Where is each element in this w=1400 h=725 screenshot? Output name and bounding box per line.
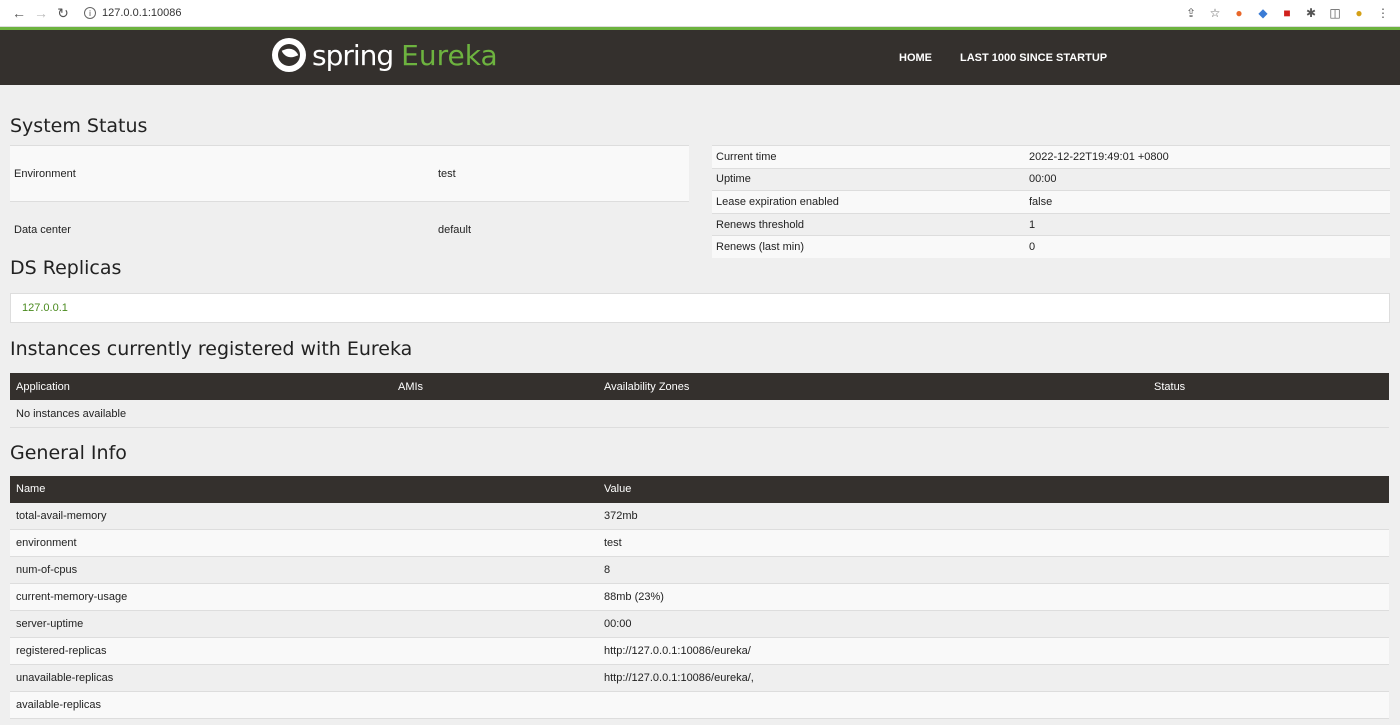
- table-row: num-of-cpus 8: [10, 556, 1389, 585]
- info-name: environment: [10, 529, 598, 558]
- table-row: environment test: [10, 529, 1389, 558]
- column-header: Name: [10, 475, 598, 503]
- info-value: http://127.0.0.1:10086/eureka/,: [598, 664, 1389, 693]
- table-row: Renews threshold 1: [712, 212, 1390, 236]
- system-status-right-table: Current time 2022-12-22T19:49:01 +0800 U…: [712, 145, 1390, 259]
- bookmark-star-icon[interactable]: ☆: [1206, 4, 1224, 22]
- status-key: Renews threshold: [712, 212, 1025, 236]
- system-status-left-table: Environment test Data center default: [10, 144, 689, 259]
- status-value: 1: [1025, 212, 1390, 236]
- system-status-title: System Status: [10, 115, 148, 137]
- table-row: server-uptime 00:00: [10, 610, 1389, 639]
- info-name: total-avail-memory: [10, 502, 598, 531]
- side-panel-icon[interactable]: ◫: [1326, 4, 1344, 22]
- extensions-puzzle-icon[interactable]: ✱: [1302, 4, 1320, 22]
- main-content: System Status Environment test Data cent…: [0, 115, 1400, 720]
- info-value: 8: [598, 556, 1389, 585]
- table-header-row: Application AMIs Availability Zones Stat…: [10, 373, 1389, 401]
- address-bar[interactable]: i 127.0.0.1:10086: [84, 7, 182, 19]
- status-key: Environment: [10, 144, 434, 202]
- ds-replica-link[interactable]: 127.0.0.1: [22, 302, 68, 314]
- spring-leaf-icon: [272, 38, 306, 72]
- info-name: available-replicas: [10, 691, 598, 720]
- table-header-row: Name Value: [10, 475, 1389, 503]
- table-row: unavailable-replicas http://127.0.0.1:10…: [10, 664, 1389, 693]
- extension-location-icon[interactable]: ●: [1230, 4, 1248, 22]
- extension-translate-icon[interactable]: ◆: [1254, 4, 1272, 22]
- column-header: Application: [10, 373, 392, 401]
- table-row: No instances available: [10, 400, 1389, 428]
- extension-red-icon[interactable]: ■: [1278, 4, 1296, 22]
- info-value: [598, 691, 1389, 720]
- status-value: default: [434, 201, 689, 259]
- browser-menu-icon[interactable]: ⋮: [1374, 4, 1392, 22]
- status-value: test: [434, 144, 689, 202]
- status-key: Uptime: [712, 167, 1025, 191]
- back-arrow-icon[interactable]: ←: [8, 2, 30, 24]
- table-row: Current time 2022-12-22T19:49:01 +0800: [712, 145, 1390, 169]
- share-icon[interactable]: ⇪: [1182, 4, 1200, 22]
- table-row: available-replicas: [10, 691, 1389, 720]
- table-row: registered-replicas http://127.0.0.1:100…: [10, 637, 1389, 666]
- profile-avatar-icon[interactable]: ●: [1350, 4, 1368, 22]
- column-header: Availability Zones: [598, 373, 1148, 401]
- info-value: http://127.0.0.1:10086/eureka/: [598, 637, 1389, 666]
- instances-table: Application AMIs Availability Zones Stat…: [10, 373, 1389, 428]
- info-value: 88mb (23%): [598, 583, 1389, 612]
- info-name: server-uptime: [10, 610, 598, 639]
- info-value: test: [598, 529, 1389, 558]
- ds-replicas-list: 127.0.0.1: [10, 293, 1390, 324]
- general-info-table: Name Value total-avail-memory 372mb envi…: [10, 475, 1389, 720]
- info-name: current-memory-usage: [10, 583, 598, 612]
- info-value: 372mb: [598, 502, 1389, 531]
- nav-last-1000[interactable]: LAST 1000 SINCE STARTUP: [960, 52, 1107, 64]
- table-row: Uptime 00:00: [712, 167, 1390, 191]
- column-header: AMIs: [392, 373, 598, 401]
- app-header: spring Eureka HOME LAST 1000 SINCE START…: [0, 30, 1400, 85]
- forward-arrow-icon[interactable]: →: [30, 2, 52, 24]
- info-name: unavailable-replicas: [10, 664, 598, 693]
- table-row: Lease expiration enabled false: [712, 190, 1390, 214]
- table-row: Data center default: [10, 201, 689, 259]
- info-name: registered-replicas: [10, 637, 598, 666]
- status-key: Lease expiration enabled: [712, 190, 1025, 214]
- instances-title: Instances currently registered with Eure…: [10, 338, 413, 361]
- logo[interactable]: spring Eureka: [272, 38, 498, 72]
- info-name: num-of-cpus: [10, 556, 598, 585]
- status-value: false: [1025, 190, 1390, 214]
- logo-spring-text: spring: [312, 38, 394, 72]
- reload-icon[interactable]: ↻: [52, 2, 74, 24]
- status-key: Current time: [712, 145, 1025, 169]
- logo-eureka-text: Eureka: [401, 38, 498, 72]
- status-key: Data center: [10, 201, 434, 259]
- nav-home[interactable]: HOME: [899, 52, 932, 64]
- column-header: Value: [598, 475, 1389, 503]
- top-nav: HOME LAST 1000 SINCE STARTUP: [899, 52, 1107, 64]
- info-value: 00:00: [598, 610, 1389, 639]
- general-info-title: General Info: [10, 441, 127, 464]
- table-row: current-memory-usage 88mb (23%): [10, 583, 1389, 612]
- table-row: total-avail-memory 372mb: [10, 502, 1389, 531]
- table-row: Renews (last min) 0: [712, 235, 1390, 259]
- empty-instances-message: No instances available: [10, 400, 1389, 428]
- ds-replicas-title: DS Replicas: [10, 257, 122, 280]
- address-url: 127.0.0.1:10086: [102, 7, 182, 19]
- column-header: Status: [1148, 373, 1389, 401]
- status-value: 2022-12-22T19:49:01 +0800: [1025, 145, 1390, 169]
- status-key: Renews (last min): [712, 235, 1025, 259]
- status-value: 00:00: [1025, 167, 1390, 191]
- status-value: 0: [1025, 235, 1390, 259]
- browser-toolbar: ← → ↻ i 127.0.0.1:10086 ⇪ ☆ ● ◆ ■ ✱ ◫ ● …: [0, 0, 1400, 27]
- site-info-icon[interactable]: i: [84, 7, 96, 19]
- table-row: Environment test: [10, 144, 689, 202]
